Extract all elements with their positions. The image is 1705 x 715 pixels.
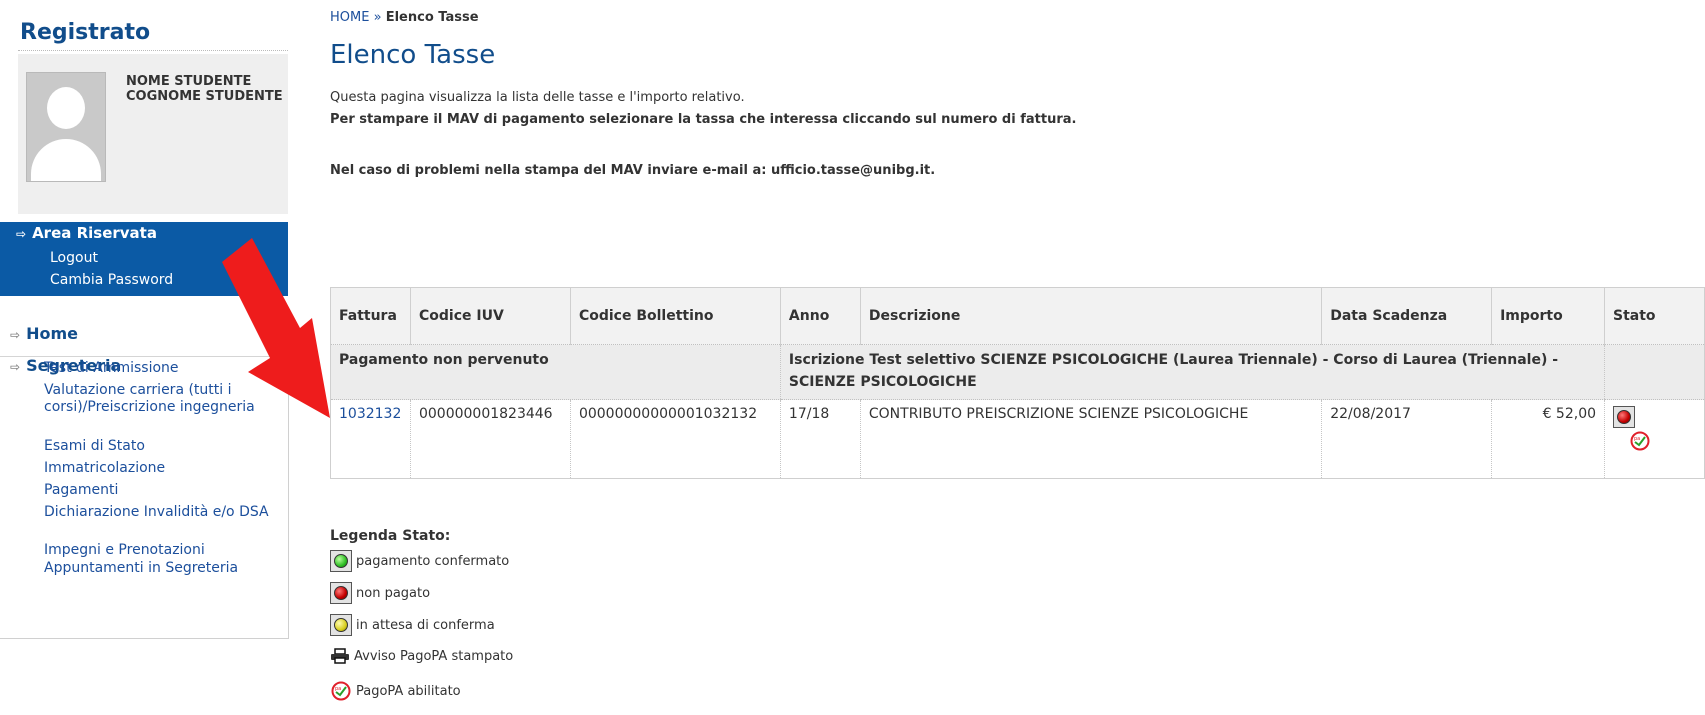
group-description: Iscrizione Test selettivo SCIENZE PSICOL… — [779, 344, 1605, 400]
cell-iuv: 000000001823446 — [409, 399, 571, 479]
table-group-row: Pagamento non pervenuto Iscrizione Test … — [330, 344, 1705, 400]
sidebar-item-immatricolazione[interactable]: Immatricolazione — [44, 460, 274, 477]
red-dot-icon — [1613, 406, 1636, 428]
change-password-link[interactable]: Cambia Password — [50, 272, 173, 288]
sidebar-item-appuntamenti[interactable]: Appuntamenti in Segreteria — [44, 560, 274, 577]
page-title: Elenco Tasse — [330, 40, 496, 70]
legend-item: Avviso PagoPA stampato — [330, 648, 513, 664]
column-header: Fattura — [330, 287, 411, 345]
area-riservata-title[interactable]: ⇨ Area Riservata — [16, 224, 157, 242]
intro-text: Questa pagina visualizza la lista delle … — [330, 90, 745, 105]
cell-anno: 17/18 — [779, 399, 861, 479]
yellow-dot-icon — [330, 614, 352, 636]
cell-bollettino: 00000000000001032132 — [569, 399, 781, 479]
column-header: Codice IUV — [409, 287, 571, 345]
sidebar-item-esami-stato[interactable]: Esami di Stato — [44, 438, 274, 455]
intro-email-note: Nel caso di problemi nella stampa del MA… — [330, 163, 936, 178]
profile-box: NOME STUDENTE COGNOME STUDENTE — [18, 54, 288, 214]
printer-icon — [331, 648, 349, 664]
column-header: Codice Bollettino — [569, 287, 781, 345]
sidebar-item-pagamenti[interactable]: Pagamenti — [44, 482, 274, 499]
table-row: 1032132 000000001823446 0000000000000103… — [330, 399, 1705, 479]
cell-scadenza: 22/08/2017 — [1321, 399, 1492, 479]
intro-instructions: Per stampare il MAV di pagamento selezio… — [330, 112, 1077, 127]
legend-item: in attesa di conferma — [330, 614, 495, 636]
fees-table: Fattura Codice IUV Codice Bollettino Ann… — [330, 287, 1705, 479]
student-name: NOME STUDENTE COGNOME STUDENTE — [126, 74, 283, 104]
svg-text:pa: pa — [335, 686, 341, 692]
sidebar-item-impegni[interactable]: Impegni e Prenotazioni — [44, 542, 274, 559]
cell-stato: pa — [1604, 399, 1705, 479]
group-status-label: Pagamento non pervenuto — [330, 344, 781, 400]
sidebar-item-home[interactable]: ⇨ Home — [0, 324, 78, 343]
arrow-right-icon: ⇨ — [16, 227, 27, 241]
invoice-link[interactable]: 1032132 — [339, 406, 401, 422]
column-header: Anno — [779, 287, 861, 345]
sidebar-item-valutazione-carriera[interactable]: Valutazione carriera (tutti i corsi)/Pre… — [44, 382, 274, 416]
pagopa-icon[interactable]: pa — [1629, 430, 1651, 452]
column-header: Descrizione — [859, 287, 1323, 345]
red-dot-icon — [330, 582, 352, 604]
column-header: Stato — [1604, 287, 1705, 345]
breadcrumb: HOME » Elenco Tasse — [330, 10, 479, 25]
breadcrumb-current: Elenco Tasse — [385, 10, 479, 25]
table-header-row: Fattura Codice IUV Codice Bollettino Ann… — [330, 287, 1705, 345]
divider — [18, 50, 288, 51]
breadcrumb-home-link[interactable]: HOME — [330, 10, 369, 25]
column-header: Data Scadenza — [1321, 287, 1493, 345]
svg-text:pa: pa — [1634, 436, 1640, 442]
cell-descrizione: CONTRIBUTO PREISCRIZIONE SCIENZE PSICOLO… — [859, 399, 1322, 479]
cell-importo: € 52,00 — [1491, 399, 1605, 479]
legend-item: pa PagoPA abilitato — [330, 680, 461, 702]
sidebar-item-dichiarazione-invalidita[interactable]: Dichiarazione Invalidità e/o DSA — [44, 504, 274, 521]
column-header: Importo — [1491, 287, 1606, 345]
pagopa-icon: pa — [331, 681, 351, 701]
group-empty-cell — [1604, 344, 1705, 400]
legend-item: non pagato — [330, 582, 430, 604]
sidebar-menu: ⇨ Home ⇨ Segreteria Test di Ammissione Val… — [0, 322, 289, 639]
logout-link[interactable]: Logout — [50, 250, 98, 266]
legend-item: pagamento confermato — [330, 550, 509, 572]
sidebar-item-test-ammissione[interactable]: Test di Ammissione — [44, 360, 274, 377]
avatar — [26, 72, 106, 182]
arrow-right-icon: ⇨ — [10, 328, 21, 342]
breadcrumb-separator: » — [373, 10, 382, 25]
sidebar-title: Registrato — [20, 20, 151, 45]
green-dot-icon — [330, 550, 352, 572]
arrow-right-icon: ⇨ — [10, 360, 21, 374]
area-riservata-box: ⇨ Area Riservata Logout Cambia Password — [0, 222, 288, 296]
legend-title: Legenda Stato: — [330, 528, 451, 544]
